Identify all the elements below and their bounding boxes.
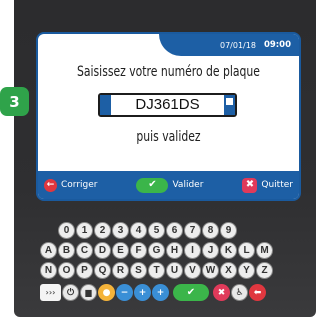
letter-key-k[interactable]: K: [220, 242, 237, 259]
check-icon: ✔: [136, 177, 169, 193]
coin-icon[interactable]: ●: [98, 284, 115, 301]
digit-key-6[interactable]: 6: [166, 222, 183, 239]
cancel-icon[interactable]: ✖: [213, 284, 230, 301]
quitter-label: Quitter: [261, 180, 293, 190]
letter-key-g[interactable]: G: [148, 242, 165, 259]
step-badge: 3: [0, 87, 29, 116]
accessibility-icon[interactable]: ♿: [231, 284, 248, 301]
letter-key-b[interactable]: B: [58, 242, 75, 259]
letter-key-s[interactable]: S: [130, 262, 147, 279]
letter-key-c[interactable]: C: [76, 242, 93, 259]
quitter-button[interactable]: ✖ Quitter: [242, 177, 293, 193]
letter-key-o[interactable]: O: [58, 262, 75, 279]
letter-key-p[interactable]: P: [76, 262, 93, 279]
digit-key-2[interactable]: 2: [94, 222, 111, 239]
letter-key-y[interactable]: Y: [238, 262, 255, 279]
keypad-digits-row: 0123456789: [58, 222, 237, 239]
letter-key-l[interactable]: L: [238, 242, 255, 259]
letter-key-a[interactable]: A: [40, 242, 57, 259]
valider-button[interactable]: ✔ Valider: [136, 177, 204, 193]
digit-key-3[interactable]: 3: [112, 222, 129, 239]
arrows-key[interactable]: ›››: [40, 284, 61, 301]
back-icon[interactable]: ⬅: [249, 284, 266, 301]
letter-key-w[interactable]: W: [202, 262, 219, 279]
digit-key-8[interactable]: 8: [202, 222, 219, 239]
terminal-screen: 07/01/18 09:00 Saisissez votre numéro de…: [36, 32, 301, 201]
digit-key-7[interactable]: 7: [184, 222, 201, 239]
letter-key-z[interactable]: Z: [256, 262, 273, 279]
chat-icon[interactable]: ▆: [80, 284, 97, 301]
letter-key-d[interactable]: D: [94, 242, 111, 259]
digit-key-1[interactable]: 1: [76, 222, 93, 239]
plate-number: DJ361DS: [135, 96, 200, 113]
digit-key-4[interactable]: 4: [130, 222, 147, 239]
status-time: 09:00: [263, 40, 291, 50]
letter-key-u[interactable]: U: [166, 262, 183, 279]
letter-key-t[interactable]: T: [148, 262, 165, 279]
corriger-button[interactable]: ← Corriger: [44, 178, 98, 192]
back-arrow-icon: ←: [44, 178, 57, 192]
instruction-bottom: puis validez: [136, 129, 201, 145]
plate-input[interactable]: DJ361DS: [98, 93, 237, 117]
instruction-top: Saisissez votre numéro de plaque: [77, 64, 260, 80]
status-date: 07/01/18: [220, 40, 256, 50]
digit-key-0[interactable]: 0: [58, 222, 75, 239]
minus-icon[interactable]: −: [116, 284, 133, 301]
validate-key[interactable]: ✔: [173, 284, 209, 301]
letter-key-x[interactable]: X: [220, 262, 237, 279]
letter-key-e[interactable]: E: [112, 242, 129, 259]
close-icon: ✖: [242, 177, 258, 193]
digit-key-5[interactable]: 5: [148, 222, 165, 239]
plus-alt-icon[interactable]: +: [152, 284, 169, 301]
corriger-label: Corriger: [61, 180, 98, 190]
valider-label: Valider: [172, 180, 204, 190]
letter-key-f[interactable]: F: [130, 242, 147, 259]
power-icon[interactable]: ⏻: [62, 284, 79, 301]
letter-key-n[interactable]: N: [40, 262, 57, 279]
plate-eu-band: [100, 95, 111, 115]
digit-key-9[interactable]: 9: [220, 222, 237, 239]
status-bar: 07/01/18 09:00: [159, 34, 299, 56]
keypad-function-row: ››› ⏻ ▆ ● − + + ✔ ✖ ♿ ⬅: [40, 284, 266, 301]
plus-icon[interactable]: +: [134, 284, 151, 301]
action-bar: ← Corriger ✔ Valider ✖ Quitter: [38, 171, 299, 199]
letter-key-v[interactable]: V: [184, 262, 201, 279]
letter-key-i[interactable]: I: [184, 242, 201, 259]
letter-key-j[interactable]: J: [202, 242, 219, 259]
keypad-letters-row-1: ABCDEFGHIJKLM: [40, 242, 273, 259]
keypad-letters-row-2: NOPQRSTUVWXYZ: [40, 262, 273, 279]
letter-key-h[interactable]: H: [166, 242, 183, 259]
letter-key-q[interactable]: Q: [94, 262, 111, 279]
plate-region-band: [224, 95, 235, 115]
letter-key-m[interactable]: M: [256, 242, 273, 259]
letter-key-r[interactable]: R: [112, 262, 129, 279]
